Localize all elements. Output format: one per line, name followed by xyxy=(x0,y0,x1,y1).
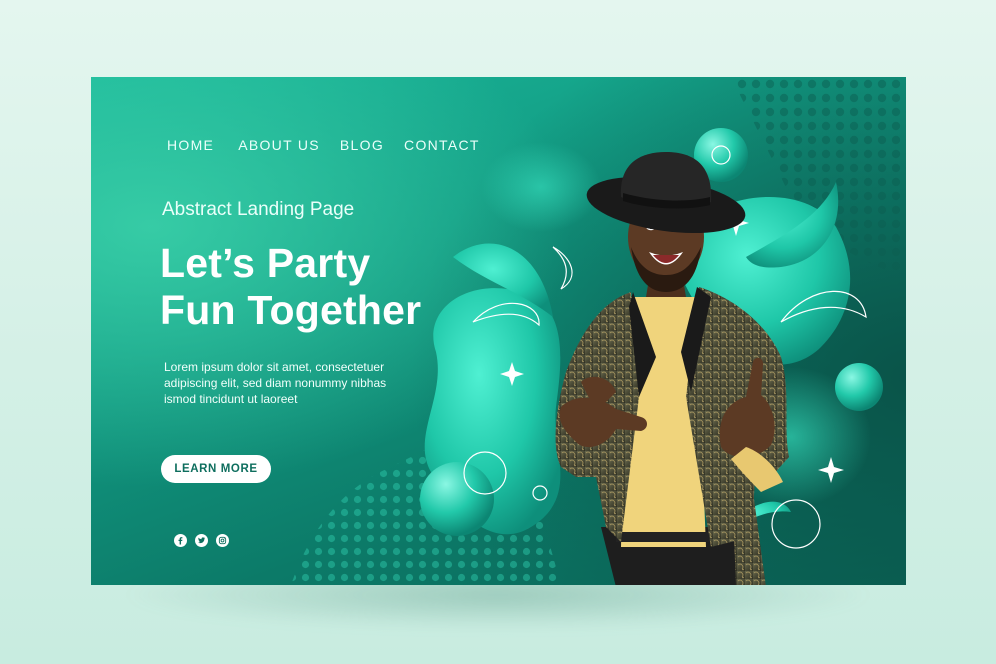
hero-headline: Let’s Party Fun Together xyxy=(160,240,421,334)
body-line-3: ismod tincidunt ut laoreet xyxy=(164,392,298,406)
body-line-1: Lorem ipsum dolor sit amet, consectetuer xyxy=(164,360,385,374)
party-person-image xyxy=(555,152,789,585)
learn-more-button[interactable]: LEARN MORE xyxy=(161,455,271,483)
sphere-bottom-left xyxy=(420,462,494,536)
headline-line-1: Let’s Party xyxy=(160,240,371,286)
hero-body-text: Lorem ipsum dolor sit amet, consectetuer… xyxy=(164,359,424,407)
nav-home[interactable]: HOME xyxy=(167,137,214,153)
main-nav: HOME ABOUT US BLOG CONTACT xyxy=(167,137,500,153)
nav-about-us[interactable]: ABOUT US xyxy=(238,137,320,153)
twitter-icon[interactable] xyxy=(195,534,208,547)
nav-contact[interactable]: CONTACT xyxy=(404,137,480,153)
sphere-right xyxy=(835,363,883,411)
social-links xyxy=(174,534,229,547)
hero-eyebrow: Abstract Landing Page xyxy=(162,199,355,220)
headline-line-2: Fun Together xyxy=(160,287,422,333)
landing-page-card: HOME ABOUT US BLOG CONTACT Abstract Land… xyxy=(91,77,906,585)
instagram-icon[interactable] xyxy=(216,534,229,547)
nav-blog[interactable]: BLOG xyxy=(340,137,384,153)
facebook-icon[interactable] xyxy=(174,534,187,547)
body-line-2: adipiscing elit, sed diam nonummy nibhas xyxy=(164,376,387,390)
